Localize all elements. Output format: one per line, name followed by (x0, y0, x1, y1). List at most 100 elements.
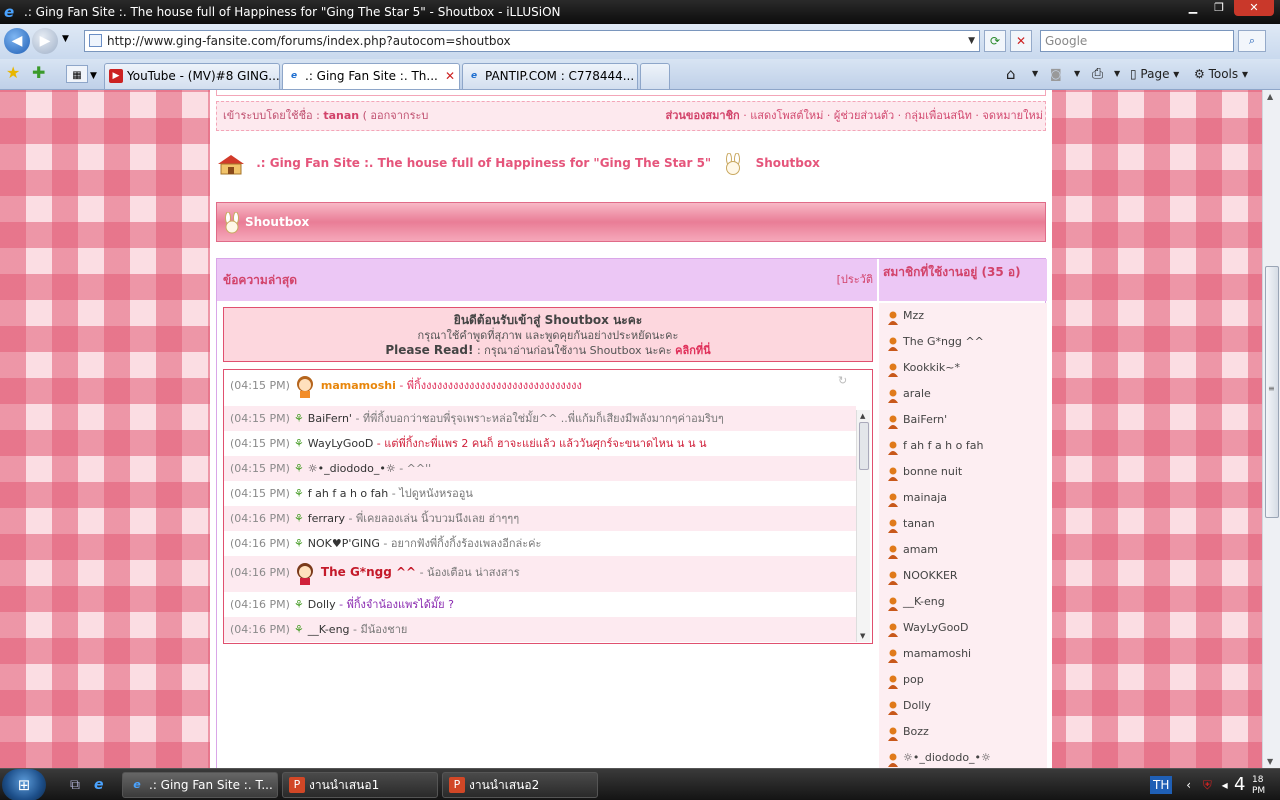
home-icon[interactable]: ⌂ (1006, 63, 1016, 85)
member-links-text[interactable]: · แสดงโพสต์ใหม่ · ผู้ช่วยส่วนตัว · กลุ่ม… (743, 109, 1043, 122)
stop-icon[interactable]: ✕ (1010, 30, 1032, 52)
scroll-down-icon[interactable]: ▼ (860, 632, 865, 640)
online-member[interactable]: Dolly (879, 693, 1047, 719)
address-dropdown-icon[interactable]: ▼ (968, 31, 975, 51)
scroll-up-icon[interactable]: ▲ (1267, 92, 1273, 101)
restore-button[interactable]: ❐ (1208, 0, 1230, 16)
message-time: (04:16 PM) (230, 598, 290, 611)
message-time: (04:16 PM) (230, 566, 290, 579)
security-shield-icon[interactable]: ⛨ (1203, 778, 1212, 792)
message-author[interactable]: ☼•_diododo_•☼ (308, 462, 396, 475)
sprout-icon: ⚘ (293, 487, 304, 500)
online-member[interactable]: mainaja (879, 485, 1047, 511)
tools-menu[interactable]: ⚙ Tools ▾ (1194, 63, 1248, 85)
online-member[interactable]: __K-eng (879, 589, 1047, 615)
logout-link[interactable]: ( ออกจากระบ (363, 109, 429, 122)
refresh-icon[interactable]: ⟳ (984, 30, 1006, 52)
welcome-title: ยินดีต้อนรับเข้าสู่ Shoutbox นะคะ (453, 313, 643, 327)
ie-quicklaunch-icon[interactable]: e (94, 775, 104, 795)
scroll-down-icon[interactable]: ▼ (1267, 757, 1273, 766)
member-area-link[interactable]: ส่วนของสมาชิก (666, 109, 740, 122)
online-member[interactable]: bonne nuit (879, 459, 1047, 485)
user-icon (887, 361, 899, 377)
language-indicator[interactable]: TH (1150, 776, 1173, 794)
clock[interactable]: 4 18 PM (1234, 771, 1265, 799)
page-scrollbar[interactable]: ▲ ≡ ▼ (1262, 90, 1280, 768)
page-viewport: เข้าระบบโดยใช้ชื่อ : tanan ( ออกจากระบ ส… (0, 90, 1262, 768)
add-favorite-icon[interactable]: ✚ (32, 63, 45, 83)
message-author[interactable]: mamamoshi (321, 379, 396, 392)
message-author[interactable]: __K-eng (308, 623, 350, 636)
favorites-star-icon[interactable]: ★ (6, 63, 20, 83)
print-dropdown-icon[interactable]: ▼ (1114, 63, 1120, 85)
bunny-icon (223, 211, 241, 234)
online-member[interactable]: NOOKKER (879, 563, 1047, 589)
message-author[interactable]: f ah f a h o fah (308, 487, 388, 500)
online-member[interactable]: arale (879, 381, 1047, 407)
history-dropdown-icon[interactable]: ▼ (62, 34, 69, 44)
messages-scrollbar[interactable]: ▲ ▼ (856, 410, 870, 642)
tab-ging-fan-site[interactable]: e .: Ging Fan Site :. Th... ✕ (282, 63, 460, 89)
message-list[interactable]: ↻ (04:15 PM) mamamoshi - พี่กิ้งงงงงงงงง… (223, 369, 873, 644)
message-author[interactable]: Dolly (308, 598, 336, 611)
start-button[interactable]: ⊞ (2, 769, 46, 800)
online-member[interactable]: pop (879, 667, 1047, 693)
taskbar-item-ie[interactable]: e .: Ging Fan Site :. T... (122, 772, 278, 798)
feeds-icon[interactable]: ◙ (1050, 63, 1062, 85)
taskbar-item-presentation2[interactable]: P งานนำเสนอ2 (442, 772, 598, 798)
online-member[interactable]: mamamoshi (879, 641, 1047, 667)
scroll-up-icon[interactable]: ▲ (860, 412, 865, 420)
online-member[interactable]: ☼•_diododo_•☼ (879, 745, 1047, 768)
online-member[interactable]: WayLyGooD (879, 615, 1047, 641)
breadcrumb-site-link[interactable]: .: Ging Fan Site :. The house full of Ha… (256, 156, 711, 170)
message-author[interactable]: WayLyGooD (308, 437, 374, 450)
feeds-dropdown-icon[interactable]: ▼ (1074, 63, 1080, 85)
sprout-icon: ⚘ (293, 437, 304, 450)
scrollbar-thumb[interactable] (859, 422, 869, 470)
history-link[interactable]: [ประวัติ (837, 259, 873, 301)
close-button[interactable]: ✕ (1234, 0, 1274, 16)
taskbar-item-presentation1[interactable]: P งานนำเสนอ1 (282, 772, 438, 798)
tab-label: .: Ging Fan Site :. Th... (305, 69, 438, 83)
search-icon[interactable]: ⌕ (1238, 30, 1266, 52)
online-member[interactable]: The G*ngg ^^ (879, 329, 1047, 355)
tray-expand-icon[interactable]: ‹ (1186, 778, 1191, 792)
tab-pantip[interactable]: e PANTIP.COM : C778444... (462, 63, 638, 89)
address-bar[interactable]: http://www.ging-fansite.com/forums/index… (84, 30, 980, 52)
online-member-name: mainaja (903, 491, 948, 504)
tab-close-icon[interactable]: ✕ (445, 64, 455, 88)
click-here-link[interactable]: คลิกที่นี่ (675, 344, 711, 357)
shoutbox-header: Shoutbox (216, 202, 1046, 242)
tab-youtube[interactable]: ▶ YouTube - (MV)#8 GING... (104, 63, 280, 89)
search-input[interactable]: Google (1040, 30, 1234, 52)
back-button[interactable]: ◀ (4, 28, 30, 54)
switch-windows-icon[interactable]: ⧉ (70, 775, 80, 795)
online-member[interactable]: Bozz (879, 719, 1047, 745)
username-link[interactable]: tanan (323, 109, 359, 122)
online-member[interactable]: Kookkik~* (879, 355, 1047, 381)
new-tab-button[interactable] (640, 63, 670, 89)
breadcrumb-page-link[interactable]: Shoutbox (756, 156, 820, 170)
message-author[interactable]: BaiFern' (308, 412, 352, 425)
minimize-button[interactable]: ▁ (1182, 0, 1204, 16)
sprout-icon: ⚘ (293, 512, 304, 525)
tab-list-dropdown-icon[interactable]: ▼ (90, 66, 97, 86)
online-member[interactable]: amam (879, 537, 1047, 563)
online-member[interactable]: tanan (879, 511, 1047, 537)
quick-tabs-icon[interactable]: ▦ (66, 65, 88, 83)
home-dropdown-icon[interactable]: ▼ (1032, 63, 1038, 85)
volume-icon[interactable]: ◂ (1222, 778, 1228, 792)
page-menu[interactable]: ▯ Page ▾ (1130, 63, 1179, 85)
bunny-icon (723, 152, 743, 175)
message-author[interactable]: ferrary (308, 512, 345, 525)
message-author[interactable]: The G*ngg ^^ (321, 565, 416, 579)
forward-button[interactable]: ▶ (32, 28, 58, 54)
online-member[interactable]: f ah f a h o fah (879, 433, 1047, 459)
print-icon[interactable]: ⎙ (1092, 63, 1103, 85)
user-icon (887, 621, 899, 637)
online-member[interactable]: BaiFern' (879, 407, 1047, 433)
message-text: - พี่เคยลองเล่น นิ้วบวมนึงเลย ฮ่าๆๆๆ (348, 512, 520, 525)
sprout-icon: ⚘ (293, 537, 304, 550)
online-member[interactable]: Mzz (879, 303, 1047, 329)
message-author[interactable]: NOK♥P'GING (308, 537, 380, 550)
